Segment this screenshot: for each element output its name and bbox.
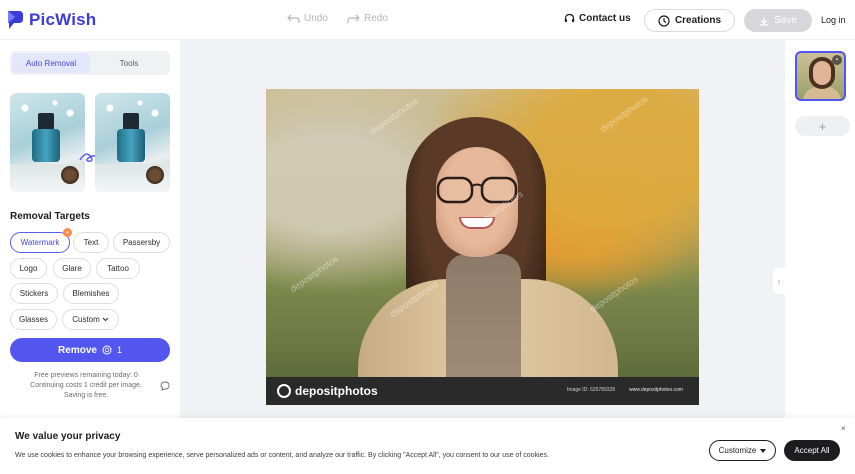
redo-label: Redo <box>364 13 388 24</box>
chip-label: Blemishes <box>72 289 110 298</box>
headset-icon <box>564 13 575 22</box>
free-previews-note: Free previews remaining today: 0 <box>34 372 138 379</box>
chat-bubble-icon[interactable] <box>160 381 170 391</box>
chip-blemishes[interactable]: Blemishes <box>63 283 119 304</box>
accept-all-button[interactable]: Accept All <box>784 440 840 461</box>
credit-coin-icon <box>102 345 112 355</box>
remove-credit-count: 1 <box>116 345 122 355</box>
undo-label: Undo <box>304 13 328 24</box>
depositphotos-mark-icon <box>277 384 291 398</box>
redo-button[interactable]: Redo <box>347 13 388 24</box>
brand-logo[interactable]: PicWish <box>6 9 96 31</box>
example-before-image <box>10 93 85 192</box>
chip-label: Custom <box>72 315 100 324</box>
caret-down-icon <box>760 448 767 453</box>
chip-custom[interactable]: Custom <box>62 309 119 330</box>
chip-text[interactable]: Text <box>73 232 109 253</box>
chip-label: Logo <box>19 264 38 273</box>
chip-stickers[interactable]: Stickers <box>10 283 58 304</box>
chip-label: Watermark <box>20 238 60 247</box>
chip-label: Stickers <box>19 289 49 298</box>
depositphotos-bar: depositphotos Image ID: 625789328 www.de… <box>266 377 699 405</box>
cookie-title: We value your privacy <box>15 431 121 442</box>
chip-label: Text <box>83 238 99 247</box>
top-bar: PicWish Undo Redo Contact us Creations S… <box>0 0 855 40</box>
creations-button[interactable]: Creations <box>644 9 735 32</box>
picwish-logo-icon <box>8 11 23 29</box>
chip-label: Tattoo <box>107 264 129 273</box>
saving-note: Saving is free. <box>63 392 109 399</box>
photo-watermark-text: depositphotos <box>598 93 650 135</box>
depositphotos-wordmark: depositphotos <box>295 384 378 398</box>
mode-tabs: Auto Removal Tools <box>10 51 170 75</box>
credit-notes: Free previews remaining today: 0 Continu… <box>10 371 162 401</box>
right-panel: ▪ + <box>785 40 855 418</box>
save-button[interactable]: Save <box>744 9 812 32</box>
chevron-right-icon: › <box>777 276 781 286</box>
image-thumbnail[interactable]: ▪ <box>795 51 846 101</box>
customize-label: Customize <box>718 446 757 455</box>
undo-icon <box>287 14 300 23</box>
collapse-panel-handle[interactable]: › <box>773 268 785 294</box>
add-image-button[interactable]: + <box>795 116 850 136</box>
download-icon <box>760 16 769 26</box>
remove-button[interactable]: Remove 1 <box>10 338 170 362</box>
chip-logo[interactable]: Logo <box>10 258 47 279</box>
editor-canvas: depositphotos depositphotos depositphoto… <box>180 40 785 418</box>
remove-label: Remove <box>58 344 97 356</box>
chip-watermark[interactable]: Watermark ✦ <box>10 228 72 253</box>
image-id: Image ID: 625789328 <box>567 387 616 393</box>
hot-badge-icon: ✦ <box>63 228 72 237</box>
cost-note: Continuing costs 1 credit per image. <box>30 382 142 389</box>
redo-icon <box>347 14 360 23</box>
uploaded-photo: depositphotos depositphotos depositphoto… <box>266 89 699 405</box>
example-after-image <box>95 93 170 192</box>
brand-name: PicWish <box>29 10 97 29</box>
contact-us-link[interactable]: Contact us <box>564 13 631 24</box>
chip-tattoo[interactable]: Tattoo <box>96 258 140 279</box>
customize-button[interactable]: Customize <box>709 440 776 461</box>
undo-button[interactable]: Undo <box>287 13 328 24</box>
cookie-banner: We value your privacy We use cookies to … <box>0 418 855 474</box>
removal-targets-title: Removal Targets <box>10 211 90 222</box>
chip-glare[interactable]: Glare <box>53 258 91 279</box>
left-panel: Auto Removal Tools Removal Targets Water… <box>0 40 180 418</box>
chip-passersby[interactable]: Passersby <box>113 232 170 253</box>
close-icon[interactable]: × <box>841 424 846 433</box>
tab-tools[interactable]: Tools <box>90 53 168 73</box>
save-label: Save <box>774 15 797 26</box>
creations-label: Creations <box>674 15 722 26</box>
chip-label: Glasses <box>19 315 48 324</box>
tab-auto-removal[interactable]: Auto Removal <box>12 53 90 73</box>
site-url: www.depositphotos.com <box>629 387 683 393</box>
depositphotos-logo: depositphotos <box>277 384 378 398</box>
chip-label: Passersby <box>122 238 161 247</box>
trash-icon[interactable]: ▪ <box>832 55 842 65</box>
chip-label: Glare <box>62 264 82 273</box>
chevron-down-icon <box>102 317 109 322</box>
cookie-text: We use cookies to enhance your browsing … <box>15 452 549 459</box>
clock-icon <box>658 14 670 27</box>
contact-us-label: Contact us <box>579 13 631 24</box>
photo-watermark-text: depositphotos <box>368 95 420 137</box>
chip-glasses[interactable]: Glasses <box>10 309 57 330</box>
login-link[interactable]: Log in <box>821 15 846 25</box>
